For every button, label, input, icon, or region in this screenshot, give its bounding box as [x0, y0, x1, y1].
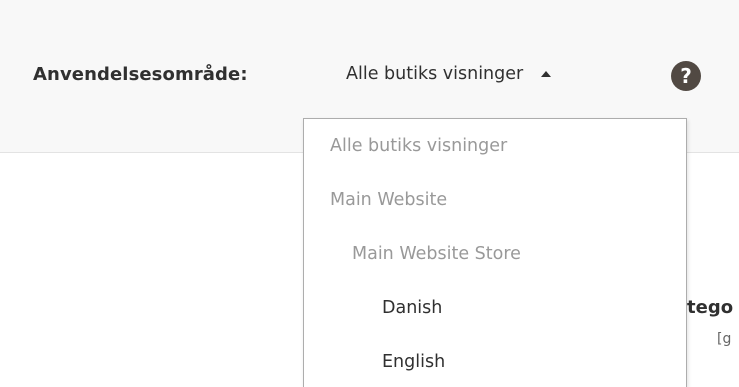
dropdown-item-all-store-views: Alle butiks visninger: [330, 136, 508, 156]
dropdown-item-english[interactable]: English: [382, 352, 445, 372]
scope-dropdown-menu: Alle butiks visninger Main Website Main …: [303, 118, 687, 387]
scope-current-value[interactable]: Alle butiks visninger: [346, 64, 523, 84]
scope-label: Anvendelsesområde:: [33, 64, 248, 85]
caret-up-icon: [541, 71, 552, 77]
dropdown-item-main-website-store: Main Website Store: [352, 244, 521, 264]
help-icon[interactable]: ?: [671, 61, 701, 91]
background-note-fragment: [g: [717, 331, 732, 347]
dropdown-item-danish[interactable]: Danish: [382, 298, 442, 318]
background-heading-fragment: tego: [687, 297, 734, 318]
scope-switcher-toggle[interactable]: Alle butiks visninger: [346, 64, 552, 84]
dropdown-item-main-website: Main Website: [330, 190, 448, 210]
